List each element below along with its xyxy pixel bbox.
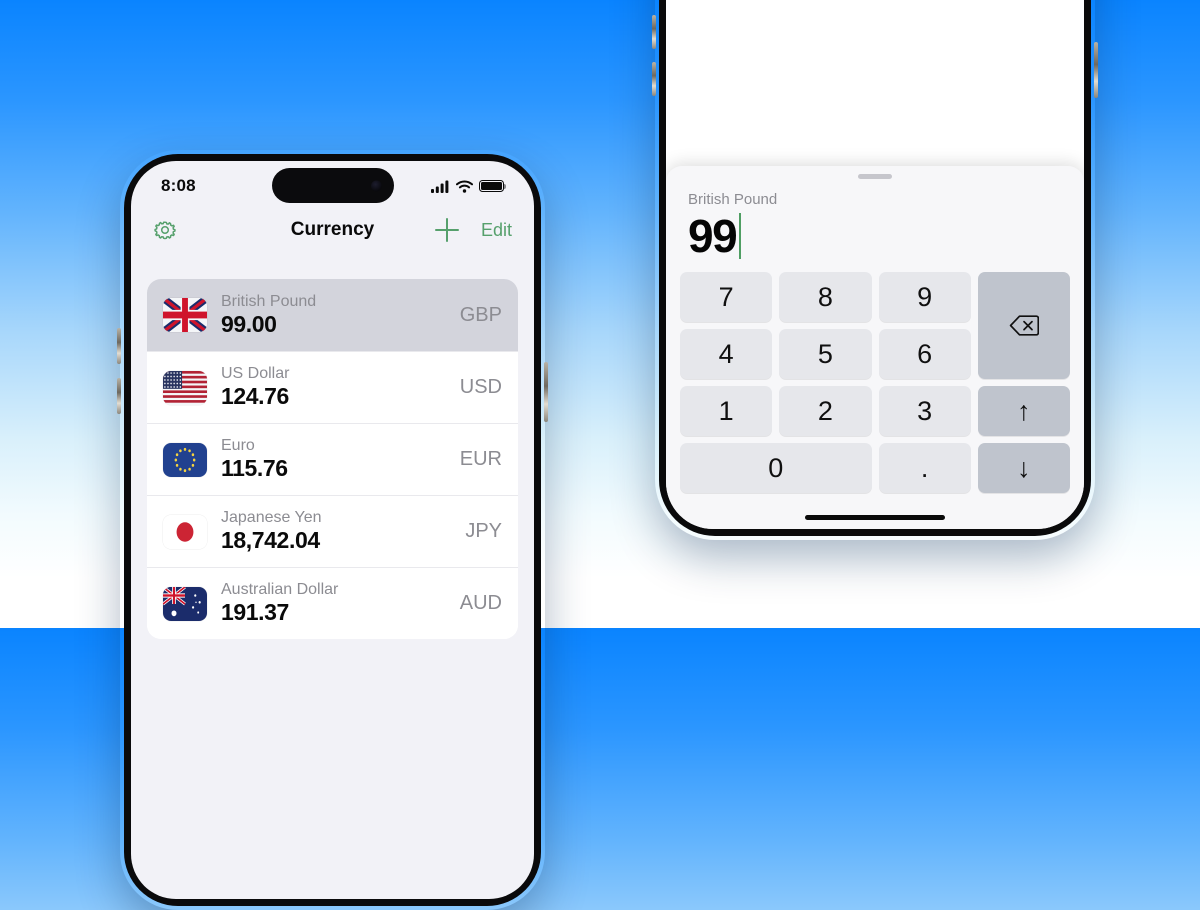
key-4[interactable]: 4: [680, 329, 773, 379]
amount-entry-sheet: British Pound 99 7 8 9 4 5 6 1 2 3 ↑ 0. ↓: [666, 166, 1084, 529]
front-camera-icon: [370, 180, 382, 191]
currency-code: EUR: [459, 448, 502, 470]
key-label: 2: [817, 395, 833, 426]
key-label: 5: [817, 338, 833, 369]
key-0[interactable]: 0: [680, 443, 872, 493]
key-label: .: [920, 452, 929, 483]
status-bar: 8:08: [131, 161, 534, 207]
amount-value: 99: [688, 210, 738, 262]
key-arrow-up[interactable]: ↑: [977, 386, 1070, 436]
key-label: ↑: [1017, 395, 1031, 426]
currency-amount: 191.37: [221, 599, 289, 626]
flag-eu-icon: [163, 442, 207, 477]
key-6[interactable]: 6: [878, 329, 971, 379]
currency-code: JPY: [465, 520, 502, 542]
currency-list[interactable]: British Pound 99.00 GBP US Dollar 124.76 USD…: [147, 279, 518, 639]
key-5[interactable]: 5: [779, 329, 872, 379]
currency-name: Australian Dollar: [221, 581, 339, 599]
key-label: 9: [917, 281, 933, 312]
battery-full-icon: [479, 180, 507, 192]
currency-code: GBP: [459, 303, 502, 326]
flag-au-icon: [163, 586, 207, 621]
currency-amount: 18,742.04: [221, 527, 320, 554]
currency-amount: 115.76: [221, 455, 288, 482]
cellular-bars-icon: [431, 180, 449, 193]
status-time: 8:08: [161, 176, 196, 195]
currency-name: British Pound: [221, 292, 317, 310]
currency-amount: 124.76: [221, 383, 289, 410]
key-label: ↓: [1017, 452, 1031, 483]
volume-up-button[interactable]: [117, 328, 121, 364]
status-indicators: [431, 179, 507, 193]
currency-name: US Dollar: [221, 365, 290, 383]
currency-code: AUD: [459, 592, 502, 614]
currency-amount: 99.00: [221, 310, 277, 337]
volume-down-button[interactable]: [117, 378, 121, 414]
flag-gb-icon: [163, 298, 207, 332]
backspace-icon: [1009, 315, 1039, 336]
key-label: 1: [718, 395, 734, 426]
edit-button[interactable]: Edit: [481, 220, 512, 241]
key-label: 7: [718, 281, 734, 312]
key-decimal[interactable]: .: [878, 443, 971, 493]
key-2[interactable]: 2: [779, 386, 872, 436]
nav-bar: Currency Edit: [131, 207, 534, 253]
volume-up-button[interactable]: [652, 15, 656, 49]
dynamic-island: [271, 168, 394, 203]
key-8[interactable]: 8: [779, 272, 872, 322]
numeric-keypad[interactable]: 7 8 9 4 5 6 1 2 3 ↑ 0. ↓: [666, 262, 1084, 493]
plus-icon[interactable]: [434, 218, 459, 242]
currency-name: Euro: [221, 437, 255, 455]
amount-input[interactable]: 99: [666, 208, 1084, 262]
key-label: 0: [768, 452, 784, 483]
power-button[interactable]: [1094, 42, 1098, 98]
key-label: 4: [718, 338, 734, 369]
key-label: 8: [817, 281, 833, 312]
key-1[interactable]: 1: [680, 386, 773, 436]
sheet-currency-label: British Pound: [688, 191, 778, 208]
front-phone: 8:08 Currency Edit British Pound 99.00 G…: [117, 150, 548, 910]
power-button[interactable]: [544, 362, 548, 422]
currency-code: USD: [459, 376, 502, 398]
wifi-icon: [456, 179, 473, 193]
back-phone: Japanese Yen18,742.04JPY Australian Doll…: [652, 0, 1098, 540]
currency-row-usd[interactable]: US Dollar 124.76 USD: [147, 351, 518, 423]
key-arrow-down[interactable]: ↓: [977, 443, 1070, 493]
volume-down-button[interactable]: [652, 62, 656, 96]
key-3[interactable]: 3: [878, 386, 971, 436]
flag-us-icon: [163, 370, 207, 405]
front-phone-screen: 8:08 Currency Edit British Pound 99.00 G…: [131, 161, 534, 899]
key-7[interactable]: 7: [680, 272, 773, 322]
home-indicator[interactable]: [805, 515, 945, 520]
key-9[interactable]: 9: [878, 272, 971, 322]
key-label: 6: [917, 338, 933, 369]
currency-row-gbp[interactable]: British Pound 99.00 GBP: [147, 279, 518, 351]
currency-row-aud[interactable]: Australian Dollar 191.37 AUD: [147, 567, 518, 639]
currency-name: Japanese Yen: [221, 509, 322, 527]
flag-jp-icon: [163, 514, 207, 549]
currency-row-eur[interactable]: Euro 115.76 EUR: [147, 423, 518, 495]
key-backspace[interactable]: [977, 272, 1070, 379]
text-caret: [739, 213, 742, 259]
key-label: 3: [917, 395, 933, 426]
back-phone-screen: Japanese Yen18,742.04JPY Australian Doll…: [666, 0, 1084, 529]
currency-row-jpy[interactable]: Japanese Yen 18,742.04 JPY: [147, 495, 518, 567]
